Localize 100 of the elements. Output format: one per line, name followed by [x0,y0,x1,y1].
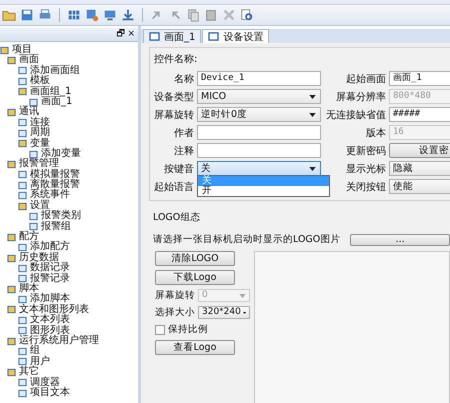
panel-button[interactable]: × [127,29,135,41]
window-icon [149,32,160,41]
square-icon [18,264,27,273]
square-icon [18,388,27,398]
field-label: 起始语言 [154,180,194,194]
logo-hint: 请选择一张目标机启动时显示的LOGO图片 [153,233,340,246]
square-icon [7,284,16,294]
tree-item[interactable]: 调度器 [30,378,60,388]
tree-item[interactable]: 画面组_1 [30,86,72,97]
field-label: 屏幕分辨率 [335,90,386,104]
square-icon [18,326,27,336]
tree-item[interactable]: 项目 [12,45,32,56]
dropdown[interactable]: 隐藏 [389,161,450,176]
tree-item[interactable]: 文本列表 [30,315,70,326]
square-icon [18,139,27,148]
tree-item[interactable]: 添加脚本 [30,294,70,305]
caret-icon [242,310,246,314]
panel-button[interactable]: 🗗 [116,29,124,41]
dropdown[interactable]: 320*240 [198,306,250,319]
window-icon [208,32,220,41]
tree-item[interactable]: 报警组 [41,222,71,232]
square-icon [7,254,16,262]
view-logo-button[interactable]: 查看Logo [155,340,235,355]
square-icon [0,46,9,55]
field-label: 屏幕旋转 [154,108,194,122]
tree-item[interactable]: 画面_1 [41,96,72,108]
square-icon [18,76,27,86]
tree-item[interactable]: 报警类别 [41,211,81,222]
text-field[interactable] [197,143,321,158]
square-icon [7,56,16,66]
tab[interactable]: 设备设置 [202,29,270,43]
square-icon [18,180,27,190]
field-label: 名称 [173,72,194,86]
tree-item[interactable]: 报警管理 [19,159,59,170]
square-icon [18,170,27,180]
browse-button[interactable]: ... [350,234,450,246]
tree-item[interactable]: 模板 [30,76,50,87]
tree-item[interactable]: 脚本 [19,284,39,294]
tree-item[interactable]: 图形列表 [30,326,70,336]
download-icon[interactable] [121,8,135,22]
tree-item[interactable]: 运行系统用户管理 [19,336,99,346]
dropdown[interactable]: 使能 [389,179,450,194]
folder-icon[interactable] [2,8,16,22]
square-icon [18,87,27,96]
square-icon [7,160,16,169]
square-icon [18,274,27,284]
tree-item[interactable]: 通讯 [19,107,39,118]
tree-item[interactable]: 其它 [19,367,39,378]
save-icon[interactable] [20,8,34,22]
square-icon [7,108,16,118]
field-label: 显示光标 [345,162,386,176]
dropdown[interactable]: MICO [197,89,321,104]
dropdown[interactable]: 关 [197,161,321,176]
tree-item[interactable]: 添加变量 [41,148,81,160]
checkbox[interactable] [155,324,165,334]
monitor-icon[interactable] [103,8,117,22]
tree-item[interactable]: 画面 [19,55,39,66]
caret-icon [239,294,246,298]
tree-item[interactable]: 添加配方 [30,242,70,253]
dropdown-option[interactable]: 开 [198,186,329,196]
tree-item[interactable]: 变量 [30,138,50,149]
square-icon [29,212,38,221]
square-icon [18,347,27,356]
square-icon [18,202,27,211]
square-icon [18,191,27,200]
field-label: 作者 [173,126,194,140]
text-field[interactable]: Device_1 [197,71,321,86]
text-field[interactable]: 画面_1 [389,71,450,86]
field-label: 按键音 [163,162,194,176]
set-password-button[interactable]: 设置密 [389,143,450,158]
tree-item[interactable]: 历史数据 [19,252,59,264]
field-label: 起始画面 [345,72,386,86]
tree-item[interactable]: 周期 [30,128,50,139]
field-label: 更新密码 [345,144,386,158]
tab[interactable]: 画面_1 [143,29,202,43]
square-icon [18,295,27,304]
dropdown[interactable]: 逆时针0度 [197,107,321,122]
clear-logo-button[interactable]: 清除LOGO [155,251,235,266]
tree-item[interactable]: 数据记录 [30,263,70,274]
tree-item[interactable]: 配方 [19,232,39,242]
copy-icon[interactable] [186,8,200,22]
square-icon [29,222,38,232]
tree-item[interactable]: 系统事件 [30,190,70,201]
tree-item[interactable]: 报警记录 [30,274,70,284]
caret-icon [309,112,316,116]
caret-icon [309,166,316,170]
download-logo-button[interactable]: 下载Logo [155,270,235,285]
grid-icon[interactable] [67,8,81,22]
search-icon[interactable] [240,8,254,22]
checkbox-label: 保持比例 [168,323,208,336]
square-icon [7,305,16,314]
tree-item[interactable]: 项目文本 [30,388,70,398]
field-label: 屏幕旋转 [155,289,195,302]
field-label: 关闭按钮 [345,180,386,194]
square-icon [29,150,38,159]
text-field[interactable] [197,125,321,140]
tree-item[interactable]: 组 [30,346,40,357]
text-field[interactable]: ##### [389,107,450,122]
field-label: 无连接缺省值 [325,108,386,122]
square-icon [18,128,27,138]
